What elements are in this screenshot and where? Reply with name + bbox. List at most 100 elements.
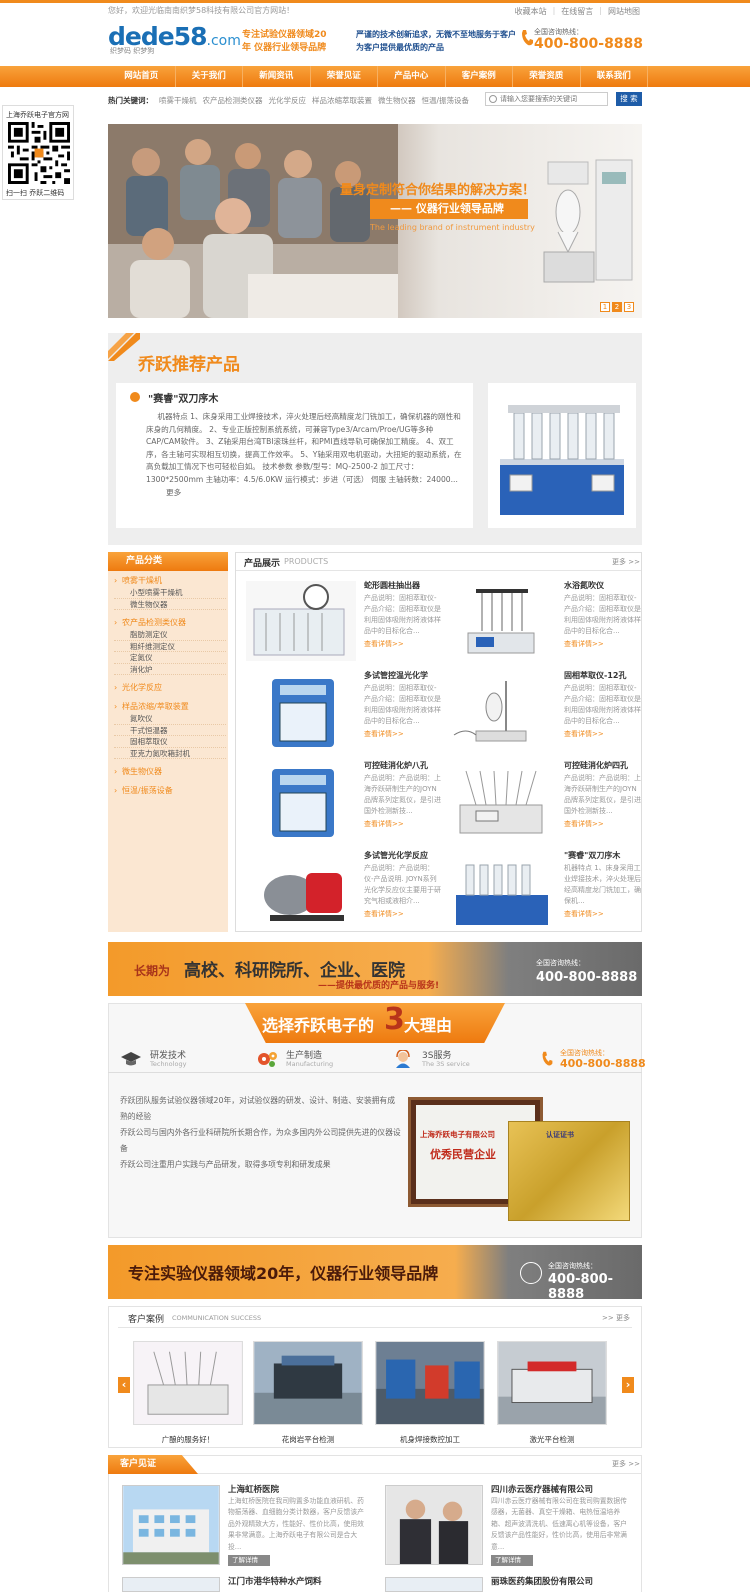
product-detail-link[interactable]: 查看详情>>: [564, 639, 604, 649]
subcategory-item[interactable]: 亚克力氮吹箱封机: [114, 748, 226, 759]
bookmark-link[interactable]: 收藏本站: [515, 6, 547, 17]
sidebar-title: 产品分类: [108, 552, 228, 571]
product-thumbnail: [446, 761, 556, 841]
testimonial-item[interactable]: 四川赤云医疗器械有限公司 四川赤云医疗器械有限公司在我司购置数据传感器，无菌器、…: [373, 1482, 633, 1572]
sitemap-link[interactable]: 网站地图: [608, 6, 640, 17]
hot-keyword[interactable]: 恒温/振荡设备: [422, 92, 470, 109]
reasons-title-suffix: 大理由: [404, 1016, 453, 1035]
hot-keyword[interactable]: 喷雾干燥机: [159, 92, 197, 109]
testimonial-name: 江门市港华特种水产饲料: [228, 1577, 322, 1587]
product-item[interactable]: 多试管光化学反应 产品说明：产品说明：仪-产品说明. JOYN系列光化学反应仪主…: [237, 847, 441, 935]
service-banner-phone: 400-800-8888: [536, 970, 638, 985]
recommend-image-frame[interactable]: [488, 383, 636, 528]
case-item[interactable]: 广酿的服务好！: [133, 1341, 243, 1445]
testimonial-item[interactable]: 丽珠医药集团股份有限公司: [373, 1574, 633, 1592]
product-name: 多试管光化学反应: [364, 851, 428, 860]
testimonial-item[interactable]: 江门市港华特种水产饲料: [110, 1574, 370, 1592]
recommend-desc-text: 机器特点 1、床身采用工业焊接技术，淬火处理后经高精度龙门铣加工，确保机器的刚性…: [146, 412, 462, 484]
subcategory-item[interactable]: 氮吹仪: [114, 713, 226, 725]
banner-page-1[interactable]: 1: [600, 302, 610, 312]
subcategory-item[interactable]: 微生物仪器: [114, 599, 226, 610]
recommend-product-name[interactable]: "赛睿"双刀序木: [148, 390, 218, 405]
testimonial-image: [122, 1577, 220, 1592]
feature-en: The 3S service: [422, 1060, 470, 1068]
testimonial-detail-button[interactable]: 了解详情: [228, 1555, 270, 1566]
nav-products[interactable]: 产品中心: [378, 66, 446, 87]
case-item[interactable]: 机身焊接数控加工: [375, 1341, 485, 1445]
product-item[interactable]: 可控硅消化炉四孔 产品说明：产品说明：上海乔跃研制生产的JOYN品牌系列定氮仪，…: [437, 757, 641, 845]
hero-banner[interactable]: 量身定制符合你结果的解决方案！ —— 仪器行业领导品牌 The leading …: [108, 124, 642, 318]
product-name: "赛睿"双刀序木: [564, 851, 621, 860]
category-item[interactable]: 光化学反应: [114, 681, 226, 694]
case-item[interactable]: 激光平台检测: [497, 1341, 607, 1445]
divider: [108, 1072, 642, 1073]
chevron-left-icon: ‹: [121, 1378, 127, 1391]
product-detail-link[interactable]: 查看详情>>: [364, 909, 404, 919]
product-detail-link[interactable]: 查看详情>>: [564, 909, 604, 919]
recommend-more-link[interactable]: 更多: [146, 488, 181, 497]
subcategory-item[interactable]: 小型喷雾干燥机: [114, 587, 226, 599]
slogan-left: 专注试验仪器领域20年 仪器行业领导品牌: [242, 30, 327, 53]
category-item[interactable]: 恒温/振荡设备: [114, 784, 226, 797]
nav-home[interactable]: 网站首页: [108, 66, 176, 87]
subcategory-item[interactable]: 固相萃取仪: [114, 736, 226, 748]
case-caption: 广酿的服务好！: [161, 1435, 215, 1444]
category-item[interactable]: 喷雾干燥机: [114, 574, 226, 587]
product-detail-link[interactable]: 查看详情>>: [364, 639, 404, 649]
case-image: [133, 1341, 243, 1425]
case-item[interactable]: 花岗岩平台检测: [253, 1341, 363, 1445]
nav-news[interactable]: 新闻资讯: [243, 66, 311, 87]
subcategory-item[interactable]: 粗纤维测定仪: [114, 641, 226, 652]
hot-keyword[interactable]: 光化学反应: [269, 92, 307, 109]
product-name: 水浴氮吹仪: [564, 581, 604, 590]
product-detail-link[interactable]: 查看详情>>: [564, 819, 604, 829]
qr-title: 上海乔跃电子官方网: [6, 111, 69, 119]
product-name: 固相萃取仪-12孔: [564, 671, 627, 680]
nav-cases[interactable]: 客户案例: [446, 66, 513, 87]
service-banner-hotline-label: 全国咨询热线：: [536, 959, 585, 967]
banner-page-3[interactable]: 3: [624, 302, 634, 312]
hot-keyword[interactable]: 样品浓缩萃取装置: [312, 92, 372, 109]
product-item[interactable]: 多试管控温光化学 产品说明：固相萃取仪-产品介绍：固相萃取仪是利用固体吸附剂将液…: [237, 667, 441, 755]
subcategory-item[interactable]: 脂肪测定仪: [114, 629, 226, 641]
digestion-furnace-image: [500, 405, 624, 515]
hot-keyword[interactable]: 微生物仪器: [378, 92, 416, 109]
search-input[interactable]: [485, 92, 608, 106]
search-icon: [489, 95, 497, 103]
nav-honor[interactable]: 荣誉见证: [311, 66, 378, 87]
subcategory-item[interactable]: 干式恒温器: [114, 725, 226, 736]
product-item[interactable]: 可控硅消化炉八孔 产品说明：产品说明：上海乔跃研制生产的JOYN品牌系列定氮仪，…: [237, 757, 441, 845]
subcategory-item[interactable]: 定氮仪: [114, 652, 226, 664]
cases-more-link[interactable]: >> 更多: [602, 1313, 630, 1323]
banner-page-2[interactable]: 2: [612, 302, 622, 312]
products-more-link[interactable]: 更多 >>: [612, 557, 640, 567]
product-detail-link[interactable]: 查看详情>>: [564, 729, 604, 739]
product-item[interactable]: 蛇形圆柱抽出器 产品说明：固相萃取仪-产品介绍：固相萃取仪是利用固体吸附剂将液体…: [237, 577, 441, 665]
product-name: 多试管控温光化学: [364, 671, 428, 680]
logo-dot: .com: [206, 33, 241, 49]
product-detail-link[interactable]: 查看详情>>: [364, 729, 404, 739]
nav-contact[interactable]: 联系我们: [581, 66, 648, 87]
subcategory-item[interactable]: 消化炉: [114, 664, 226, 675]
nav-about[interactable]: 关于我们: [176, 66, 243, 87]
testimonial-image: [122, 1485, 220, 1565]
product-item[interactable]: 固相萃取仪-12孔 产品说明：固相萃取仪-产品介绍：固相萃取仪是利用固体吸附剂将…: [437, 667, 641, 755]
product-detail-link[interactable]: 查看详情>>: [364, 819, 404, 829]
product-thumbnail: [246, 851, 356, 931]
category-item[interactable]: 微生物仪器: [114, 765, 226, 778]
phone-circle-icon: [520, 1262, 542, 1284]
product-item[interactable]: 水浴氮吹仪 产品说明：固相萃取仪-产品介绍：固相萃取仪是利用固体吸附剂将液体样品…: [437, 577, 641, 665]
testimonial-detail-button[interactable]: 了解详情: [491, 1555, 533, 1566]
hot-keyword[interactable]: 农产品检测类仪器: [203, 92, 263, 109]
category-item[interactable]: 农产品检测类仪器: [114, 616, 226, 629]
product-item[interactable]: "赛睿"双刀序木 机器特点 1、床身采用工业焊接技术，淬火处理后经高精度龙门铣加…: [437, 847, 641, 935]
cases-prev-button[interactable]: ‹: [118, 1377, 130, 1393]
cases-next-button[interactable]: ›: [622, 1377, 634, 1393]
nav-qualification[interactable]: 荣誉资质: [513, 66, 581, 87]
testimonials-more-link[interactable]: 更多 >>: [612, 1459, 640, 1469]
message-link[interactable]: 在线留言: [561, 6, 593, 17]
search-button[interactable]: 搜 索: [616, 92, 642, 106]
case-image: [497, 1341, 607, 1425]
testimonial-item[interactable]: 上海虹桥医院 上海虹桥医院在我司购置多功能血液研机、药物振荡器、血细胞分类计数器…: [110, 1482, 370, 1572]
category-item[interactable]: 样品浓缩/萃取装置: [114, 700, 226, 713]
